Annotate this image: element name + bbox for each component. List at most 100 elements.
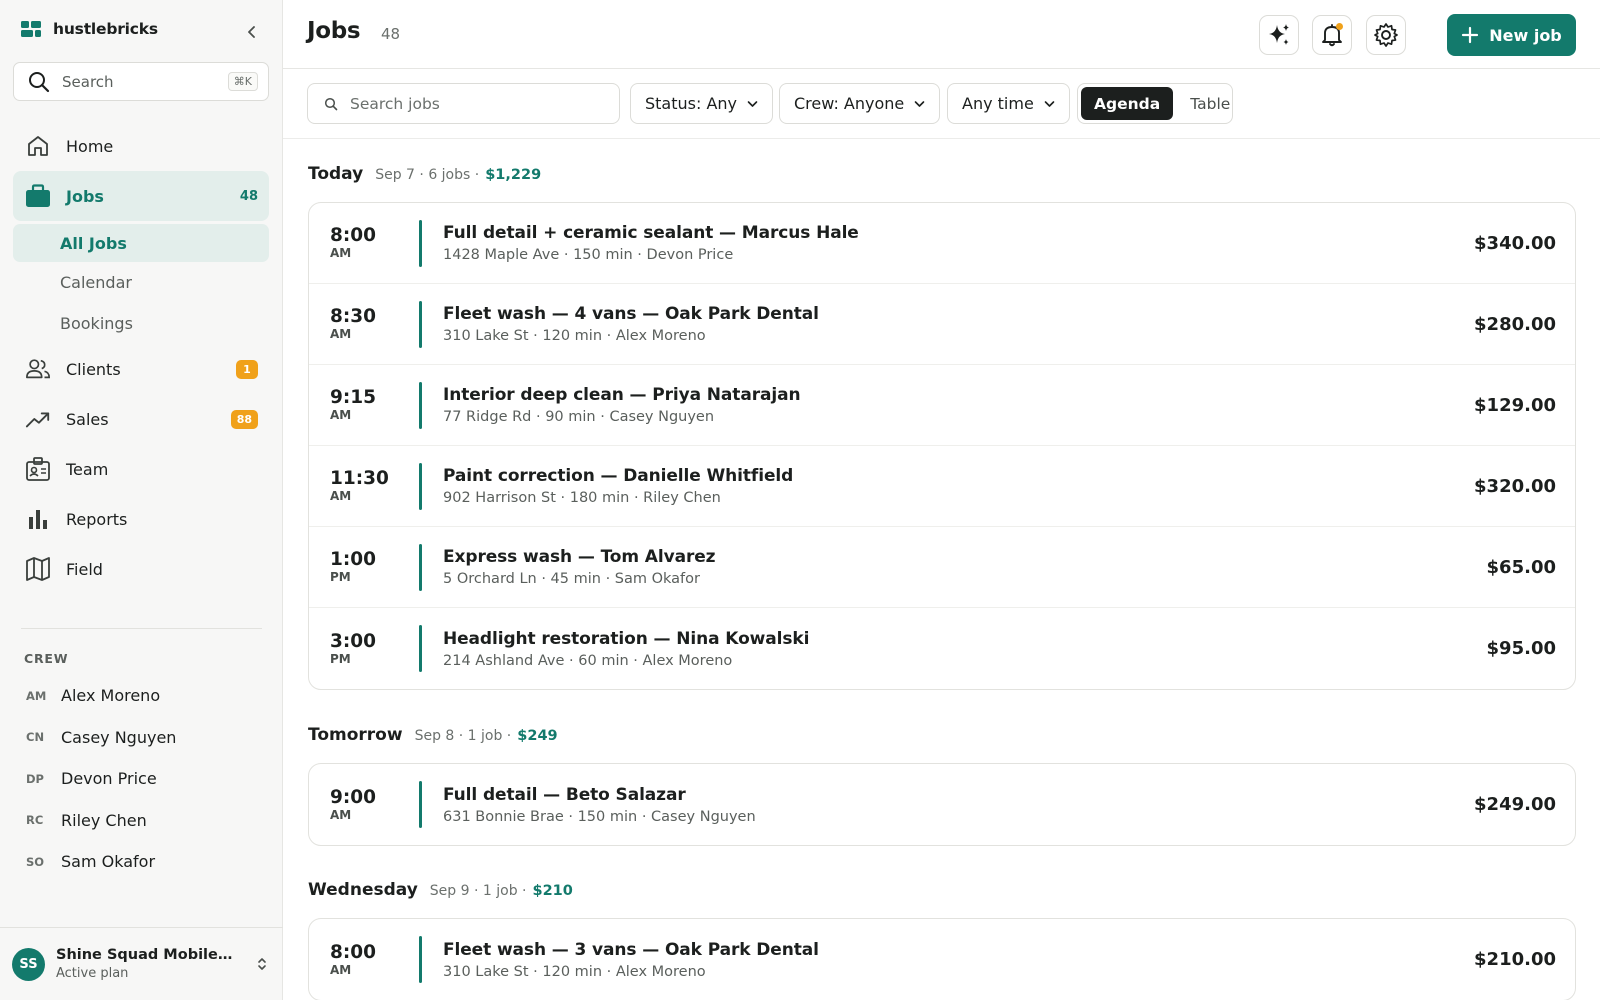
collapse-sidebar-button[interactable] [242, 22, 262, 42]
crew-name: Devon Price [61, 769, 157, 789]
crew-item-sam-okafor[interactable]: SO Sam Okafor [13, 841, 269, 883]
job-row[interactable]: 8:00 AM Full detail + ceramic sealant — M… [309, 203, 1575, 284]
sidebar-item-field[interactable]: Field [13, 544, 269, 594]
sidebar-search[interactable]: Search ⌘K [13, 62, 269, 101]
job-row[interactable]: 9:00 AM Full detail — Beto Salazar 631 Bo… [309, 764, 1575, 845]
job-time-ampm: PM [330, 651, 351, 666]
time-filter-label: Any time [962, 94, 1034, 113]
crew-initials: CN [26, 730, 45, 745]
job-info: Express wash — Tom Alvarez 5 Orchard Ln … [443, 547, 1487, 587]
job-client: Priya Natarajan [652, 385, 801, 405]
sidebar-item-label: Clients [66, 359, 121, 379]
job-info: Full detail — Beto Salazar 631 Bonnie Br… [443, 785, 1474, 825]
ai-assistant-button[interactable] [1259, 15, 1299, 55]
job-time-ampm: AM [330, 962, 352, 977]
sidebar-subitem-all-jobs[interactable]: All Jobs [13, 224, 269, 262]
chevron-down-icon [1044, 100, 1055, 107]
job-time: 11:30 AM [309, 469, 419, 504]
view-table-tab[interactable]: Table [1177, 87, 1243, 120]
sidebar-item-reports[interactable]: Reports [13, 494, 269, 544]
job-service: Paint correction [443, 466, 595, 486]
settings-button[interactable] [1366, 15, 1406, 55]
day-name: Today [308, 164, 364, 184]
job-info: Interior deep clean — Priya Natarajan 77… [443, 385, 1474, 425]
crew-item-alex-moreno[interactable]: AM Alex Moreno [13, 675, 269, 717]
jobs-search-input[interactable]: Search jobs [307, 83, 620, 124]
avatar: SS [12, 947, 45, 981]
job-client: Marcus Hale [741, 223, 859, 243]
time-filter-dropdown[interactable]: Any time [947, 83, 1070, 124]
sidebar-item-home[interactable]: Home [13, 121, 269, 171]
sidebar: hustlebricks Search ⌘K Home Jobs 48 All … [0, 0, 283, 1000]
sidebar-item-clients[interactable]: Clients 1 [13, 344, 269, 394]
job-service: Fleet wash — 3 vans [443, 939, 637, 960]
job-details: 631 Bonnie Brae · 150 min · Casey Nguyen [443, 808, 756, 825]
day-header-wednesday: Wednesday Sep 9 · 1 job · $210 [308, 880, 573, 900]
sidebar-nav: Home Jobs 48 All Jobs Calendar Bookings … [13, 121, 269, 594]
job-row[interactable]: 3:00 PM Headlight restoration — Nina Kowa… [309, 608, 1575, 689]
sidebar-item-jobs[interactable]: Jobs 48 [13, 171, 269, 221]
job-details: 77 Ridge Rd · 90 min · Casey Nguyen [443, 409, 715, 425]
crew-filter-dropdown[interactable]: Crew: Anyone [779, 83, 941, 124]
status-filter-label: Status: Any [645, 94, 738, 113]
clients-badge: 1 [236, 359, 258, 379]
job-row[interactable]: 1:00 PM Express wash — Tom Alvarez 5 Orch… [309, 527, 1575, 608]
id-card-icon [25, 456, 51, 482]
job-row[interactable]: 8:00 AM Fleet wash — 3 vans — Oak Park De… [309, 919, 1575, 1000]
job-row[interactable]: 8:30 AM Fleet wash — 4 vans — Oak Park De… [309, 284, 1575, 365]
job-status-bar [419, 381, 422, 429]
day-meta: Sep 8 · 1 job · [414, 728, 512, 744]
search-icon [29, 71, 50, 92]
sidebar-subitem-bookings[interactable]: Bookings [13, 303, 269, 344]
sidebar-item-label: Sales [66, 409, 109, 429]
jobs-agenda: Today Sep 7 · 6 jobs · $1,229 8:00 AM Ful… [283, 140, 1600, 1000]
job-title: Paint correction — Danielle Whitfield [443, 466, 794, 486]
job-info: Paint correction — Danielle Whitfield 90… [443, 466, 1474, 506]
job-service: Full detail + ceramic sealant [443, 223, 714, 243]
job-amount: $340.00 [1474, 232, 1556, 254]
job-status-bar [419, 543, 422, 591]
day-header-tomorrow: Tomorrow Sep 8 · 1 job · $249 [308, 725, 558, 745]
job-service: Full detail [443, 784, 538, 805]
page-header: Jobs 48 New job [283, 0, 1600, 69]
crew-initials: DP [26, 771, 44, 786]
map-icon [25, 556, 51, 582]
crew-item-casey-nguyen[interactable]: CN Casey Nguyen [13, 717, 269, 759]
job-row[interactable]: 11:30 AM Paint correction — Danielle Whit… [309, 446, 1575, 527]
job-row[interactable]: 9:15 AM Interior deep clean — Priya Natar… [309, 365, 1575, 446]
job-amount: $210.00 [1474, 949, 1556, 970]
crew-item-devon-price[interactable]: DP Devon Price [13, 758, 269, 800]
sidebar-item-sales[interactable]: Sales 88 [13, 394, 269, 444]
sidebar-item-team[interactable]: Team [13, 444, 269, 494]
new-job-button[interactable]: New job [1447, 14, 1576, 56]
page-title: Jobs [307, 18, 361, 44]
view-toggle: Agenda Table [1077, 83, 1233, 124]
sidebar-subitem-calendar[interactable]: Calendar [13, 262, 269, 303]
job-client: Nina Kowalski [676, 628, 810, 649]
sidebar-item-label: Reports [66, 509, 128, 529]
job-time-ampm: AM [330, 489, 352, 503]
crew-initials: AM [26, 688, 47, 703]
status-filter-dropdown[interactable]: Status: Any [630, 83, 774, 124]
job-time-hm: 9:15 [330, 387, 377, 408]
brand[interactable]: hustlebricks [21, 20, 158, 38]
job-time-ampm: AM [330, 327, 352, 341]
job-details: 5 Orchard Ln · 45 min · Sam Okafor [443, 571, 700, 587]
jobs-count: 48 [239, 188, 258, 204]
sidebar-item-label: Jobs [66, 186, 104, 206]
job-time-ampm: AM [330, 807, 352, 822]
day-meta: Sep 7 · 6 jobs · [375, 167, 480, 183]
day-total: $1,229 [485, 167, 542, 183]
crew-item-riley-chen[interactable]: RC Riley Chen [13, 800, 269, 842]
notification-dot [1336, 23, 1343, 30]
view-agenda-tab[interactable]: Agenda [1081, 87, 1174, 120]
chevron-down-icon [747, 100, 758, 107]
bar-chart-icon [25, 506, 51, 532]
job-status-bar [419, 936, 422, 983]
notifications-button[interactable] [1312, 15, 1352, 55]
home-icon [25, 133, 51, 159]
job-time-ampm: AM [330, 246, 352, 260]
job-amount: $129.00 [1474, 394, 1556, 416]
account-switcher[interactable]: SS Shine Squad Mobile Det... Active plan [0, 927, 283, 1000]
job-amount: $95.00 [1486, 638, 1556, 659]
